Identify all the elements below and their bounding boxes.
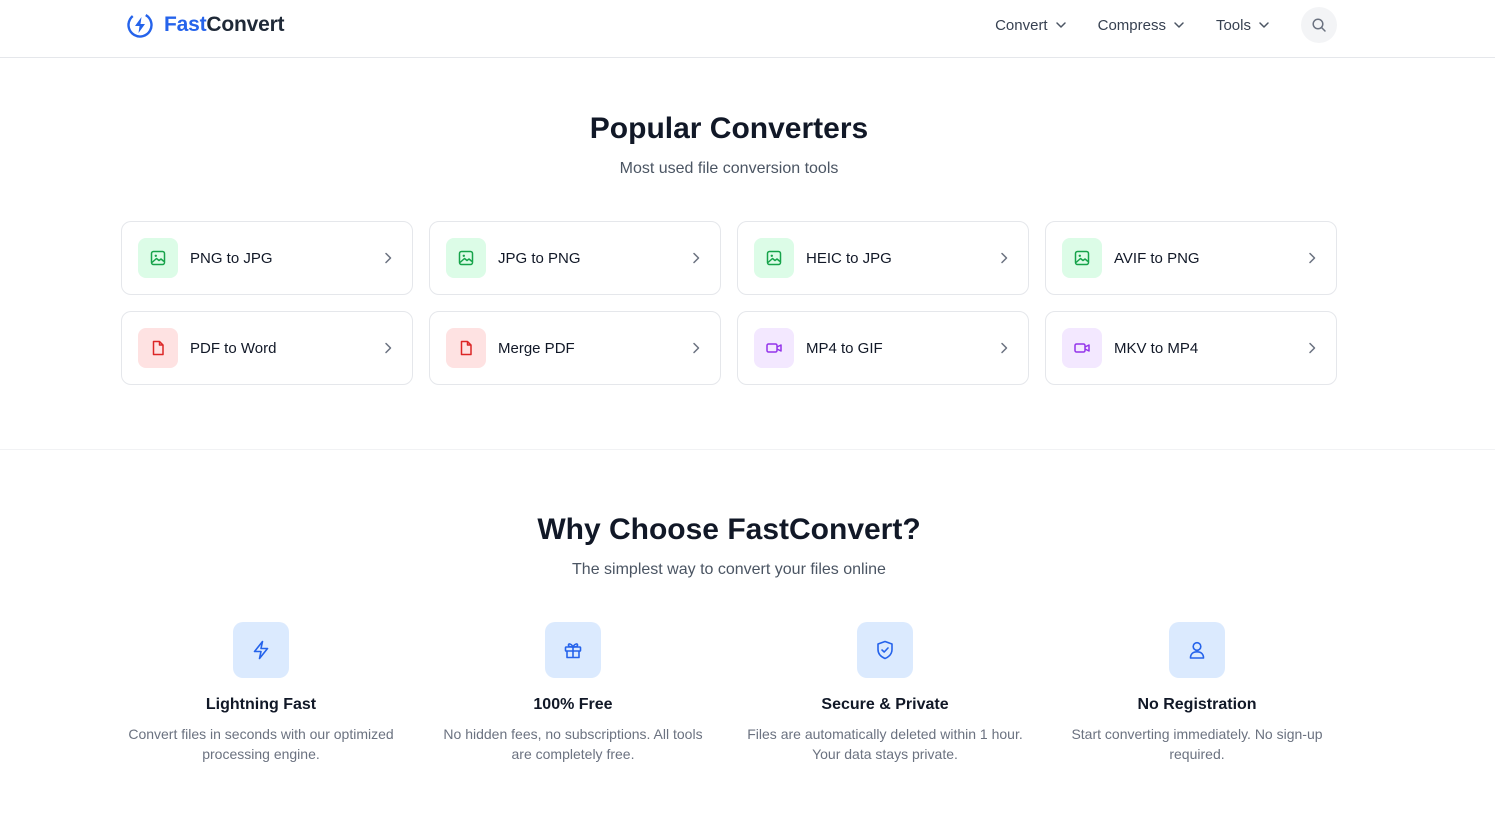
feature-description: Start converting immediately. No sign-up…: [1071, 726, 1323, 762]
logo-text: FastConvert: [164, 13, 285, 36]
converter-card-label: AVIF to PNG: [1114, 249, 1200, 267]
chevron-right-icon: [1309, 342, 1316, 354]
image-icon: [446, 238, 486, 278]
feature-title: Secure & Private: [821, 696, 949, 713]
feature-description: Convert files in seconds with our optimi…: [128, 726, 394, 762]
logo[interactable]: FastConvert: [126, 10, 285, 40]
chevron-down-icon: [1259, 22, 1269, 28]
converter-card[interactable]: JPG to PNG: [429, 221, 721, 295]
converter-card[interactable]: MKV to MP4: [1045, 311, 1337, 385]
chevron-right-icon: [1001, 342, 1008, 354]
chevron-right-icon: [1001, 252, 1008, 264]
feature-title: Lightning Fast: [205, 696, 317, 713]
converter-grid: PNG to JPG JPG to PNG HEIC to JPG AVIF to P…: [121, 221, 1337, 385]
nav-tools-label: Tools: [1215, 16, 1251, 34]
section-divider: [0, 449, 1495, 450]
why-title: Why Choose FastConvert?: [537, 513, 921, 546]
feature-item: Lightning Fast Convert files in seconds …: [121, 622, 401, 764]
image-icon: [138, 238, 178, 278]
converter-card[interactable]: AVIF to PNG: [1045, 221, 1337, 295]
site-header: FastConvert Convert Compress Tools: [0, 0, 1495, 58]
feature-description: No hidden fees, no subscriptions. All to…: [443, 726, 703, 762]
image-icon: [754, 238, 794, 278]
converter-card-label: MKV to MP4: [1114, 339, 1199, 357]
video-icon: [754, 328, 794, 368]
converter-card-label: JPG to PNG: [498, 249, 581, 267]
chevron-right-icon: [1309, 252, 1316, 264]
converter-card-label: Merge PDF: [498, 339, 575, 357]
feature-title: No Registration: [1137, 696, 1257, 713]
converter-card-label: MP4 to GIF: [806, 339, 883, 357]
lightning-logo-icon: [127, 12, 153, 38]
main-nav: Convert Compress Tools: [995, 7, 1337, 43]
video-icon: [1062, 328, 1102, 368]
converter-card-label: PNG to JPG: [190, 249, 273, 267]
converter-card-label: HEIC to JPG: [806, 249, 892, 267]
features-grid: Lightning Fast Convert files in seconds …: [121, 622, 1337, 764]
converter-card[interactable]: Merge PDF: [429, 311, 721, 385]
chevron-down-icon: [1055, 22, 1066, 28]
file-icon: [446, 328, 486, 368]
chevron-right-icon: [693, 252, 700, 264]
feature-description: Files are automatically deleted within 1…: [747, 726, 1023, 762]
converter-card[interactable]: PNG to JPG: [121, 221, 413, 295]
search-button[interactable]: [1301, 7, 1337, 43]
gift-icon: [545, 622, 601, 678]
nav-compress[interactable]: Compress: [1098, 17, 1186, 34]
chevron-right-icon: [385, 252, 392, 264]
chevron-right-icon: [385, 342, 392, 354]
shield-check-icon: [857, 622, 913, 678]
feature-item: Secure & Private Files are automatically…: [745, 622, 1025, 764]
lightning-icon: [233, 622, 289, 678]
feature-title: 100% Free: [533, 696, 613, 713]
image-icon: [1062, 238, 1102, 278]
user-icon: [1169, 622, 1225, 678]
nav-compress-label: Compress: [1097, 16, 1166, 34]
nav-convert[interactable]: Convert: [995, 17, 1068, 34]
why-subtitle: The simplest way to convert your files o…: [572, 561, 886, 578]
nav-tools[interactable]: Tools: [1216, 17, 1271, 34]
feature-item: 100% Free No hidden fees, no subscriptio…: [433, 622, 713, 764]
file-icon: [138, 328, 178, 368]
converter-card[interactable]: MP4 to GIF: [737, 311, 1029, 385]
popular-title: Popular Converters: [589, 112, 869, 145]
nav-convert-label: Convert: [995, 16, 1048, 34]
chevron-down-icon: [1174, 22, 1184, 28]
converter-card[interactable]: PDF to Word: [121, 311, 413, 385]
converter-card-label: PDF to Word: [190, 339, 277, 357]
converter-card[interactable]: HEIC to JPG: [737, 221, 1029, 295]
search-icon: [1312, 18, 1326, 32]
chevron-right-icon: [693, 342, 700, 354]
feature-item: No Registration Start converting immedia…: [1057, 622, 1337, 764]
popular-subtitle: Most used file conversion tools: [619, 160, 839, 177]
